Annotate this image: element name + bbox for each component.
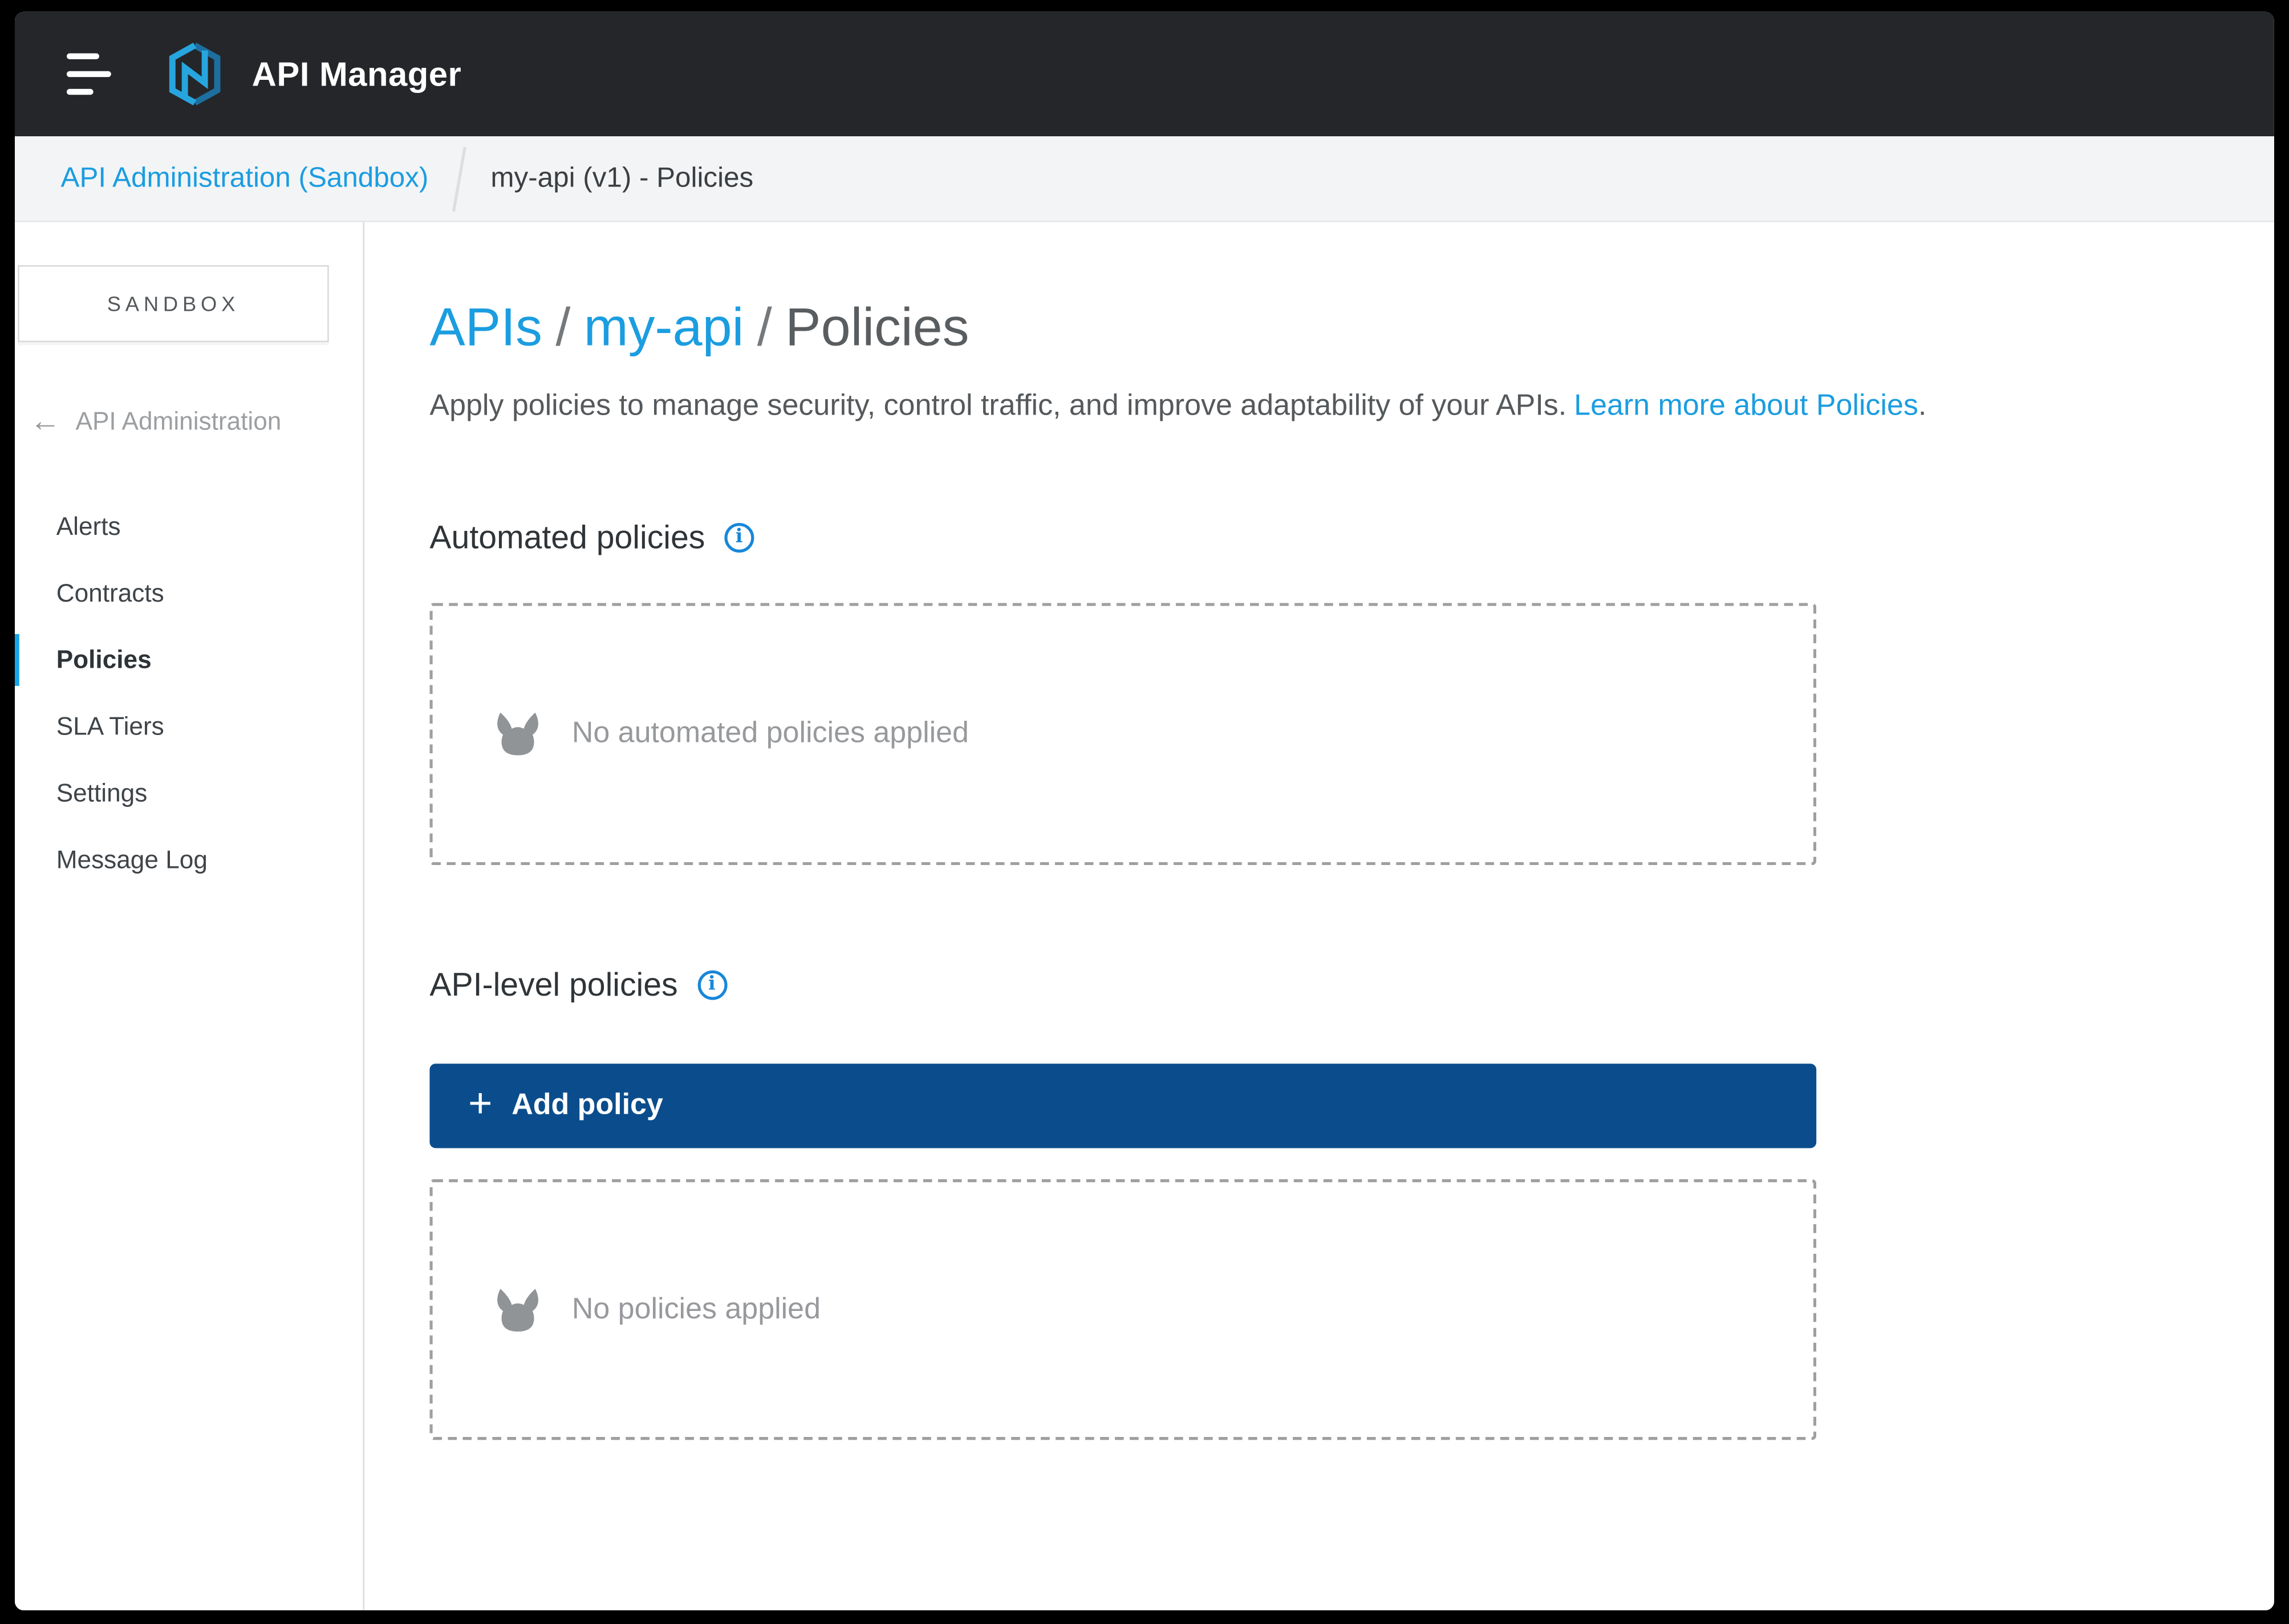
app-window: API Manager API Administration (Sandbox)… xyxy=(14,11,2274,1611)
sidebar-item-settings[interactable]: Settings xyxy=(15,760,363,827)
breadcrumb-separator-icon xyxy=(452,146,467,211)
app-title: API Manager xyxy=(251,54,462,93)
description-period: . xyxy=(1918,389,1927,423)
automated-policies-empty-text: No automated policies applied xyxy=(571,717,969,750)
content-area: SANDBOX ← API Administration Alerts Cont… xyxy=(14,222,2274,1611)
automated-policies-empty-box: No automated policies applied xyxy=(429,603,1817,866)
plus-icon: + xyxy=(468,1079,493,1126)
mule-icon xyxy=(497,1288,538,1331)
description-text: Apply policies to manage security, contr… xyxy=(429,389,1567,423)
title-separator: / xyxy=(757,296,772,358)
sidebar-nav: Alerts Contracts Policies SLA Tiers Sett… xyxy=(14,493,363,894)
main-panel: APIs / my-api / Policies Apply policies to m… xyxy=(364,222,2274,1611)
automated-policies-heading: Automated policies i xyxy=(429,518,754,557)
automated-policies-heading-text: Automated policies xyxy=(429,518,705,556)
page-description: Apply policies to manage security, contr… xyxy=(429,385,1926,427)
hamburger-menu-button[interactable] xyxy=(66,53,111,95)
sidebar-item-alerts[interactable]: Alerts xyxy=(15,493,363,560)
breadcrumb-link-api-administration[interactable]: API Administration (Sandbox) xyxy=(46,162,444,194)
add-policy-button-label: Add policy xyxy=(512,1089,663,1122)
breadcrumb-current: my-api (v1) - Policies xyxy=(490,162,754,194)
api-level-policies-heading: API-level policies i xyxy=(429,966,727,1005)
api-level-policies-empty-box: No policies applied xyxy=(429,1179,1817,1440)
title-link-my-api[interactable]: my-api xyxy=(584,297,744,358)
learn-more-link[interactable]: Learn more about Policies xyxy=(1574,389,1918,422)
sidebar-item-contracts[interactable]: Contracts xyxy=(15,560,363,627)
title-link-apis[interactable]: APIs xyxy=(429,297,542,358)
back-to-api-administration[interactable]: ← API Administration xyxy=(30,406,281,437)
back-label: API Administration xyxy=(75,407,282,435)
environment-selector-button[interactable]: SANDBOX xyxy=(18,265,329,343)
sidebar-item-sla-tiers[interactable]: SLA Tiers xyxy=(15,693,363,760)
back-arrow-icon: ← xyxy=(29,404,61,439)
info-icon[interactable]: i xyxy=(697,970,727,1000)
hamburger-bar xyxy=(66,88,94,95)
sidebar: SANDBOX ← API Administration Alerts Cont… xyxy=(14,222,365,1611)
page-title: APIs / my-api / Policies xyxy=(429,297,969,359)
hamburger-bar xyxy=(66,71,111,78)
mule-icon xyxy=(497,712,538,756)
title-current-policies: Policies xyxy=(785,296,969,358)
hamburger-bar xyxy=(66,53,100,59)
sidebar-item-message-log[interactable]: Message Log xyxy=(15,827,363,894)
api-level-policies-empty-text: No policies applied xyxy=(571,1292,821,1325)
add-policy-button[interactable]: + Add policy xyxy=(429,1063,1817,1148)
sidebar-item-policies[interactable]: Policies xyxy=(14,627,363,693)
breadcrumb: API Administration (Sandbox) my-api (v1)… xyxy=(14,136,2274,222)
anypoint-logo-icon xyxy=(169,42,221,105)
info-icon[interactable]: i xyxy=(724,523,754,553)
screenshot-frame: API Manager API Administration (Sandbox)… xyxy=(0,0,2289,1624)
topbar: API Manager xyxy=(14,11,2274,137)
api-level-policies-heading-text: API-level policies xyxy=(429,965,678,1003)
title-separator: / xyxy=(555,296,571,358)
